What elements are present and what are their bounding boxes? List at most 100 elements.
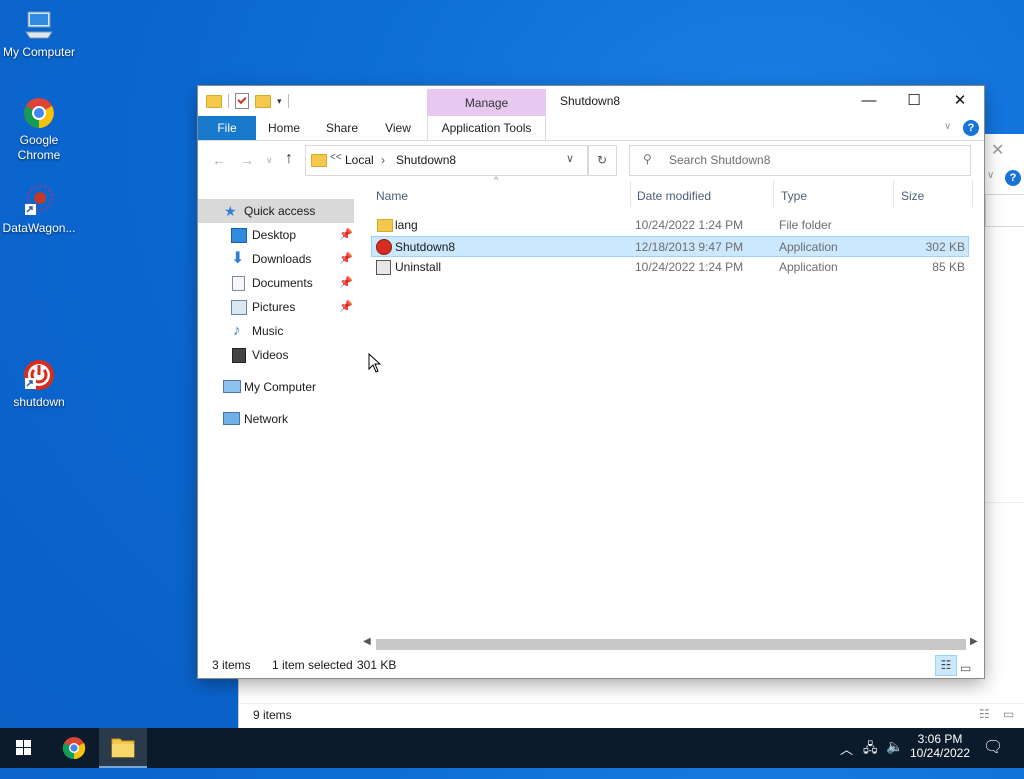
- clock-time: 3:06 PM: [917, 732, 963, 746]
- tab-application-tools[interactable]: Application Tools: [427, 116, 546, 140]
- installer-icon: [376, 260, 391, 275]
- tab-view[interactable]: View: [374, 116, 422, 140]
- taskbar: ︿ 🖧 🔈 3:06 PM 10/24/2022 🗨: [0, 728, 1024, 768]
- up-arrow-icon[interactable]: ↑: [285, 150, 293, 168]
- nav-item-desktop[interactable]: Desktop 📌: [198, 223, 354, 247]
- help-icon[interactable]: ?: [963, 120, 979, 136]
- minimize-button[interactable]: —: [846, 86, 892, 116]
- desktop-icon-shutdown[interactable]: shutdown: [0, 358, 78, 410]
- file-explorer-window[interactable]: ▾ Manage Shutdown8 — ☐ ✕ File Home Share…: [198, 86, 984, 678]
- address-row: ← → ∨ ↑ << Local › Shutdown8 ∨ ↻ ⚲ Searc…: [198, 141, 984, 181]
- breadcrumb-shutdown8[interactable]: Shutdown8: [396, 153, 456, 167]
- scrollbar-thumb[interactable]: [376, 639, 966, 650]
- nav-item-quick-access[interactable]: ★ Quick access: [198, 199, 354, 223]
- desktop-icon-label: shutdown: [13, 395, 65, 409]
- pin-icon[interactable]: 📌: [339, 223, 353, 247]
- file-date: 10/24/2022 1:24 PM: [635, 260, 744, 274]
- column-header-type[interactable]: Type: [781, 181, 807, 211]
- notifications-icon[interactable]: 🗨: [983, 737, 1003, 777]
- breadcrumb-separator-icon: ›: [381, 153, 385, 167]
- file-date: 10/24/2022 1:24 PM: [635, 218, 744, 232]
- table-row[interactable]: Uninstall 10/24/2022 1:24 PM Application…: [371, 257, 969, 278]
- nav-item-documents[interactable]: Documents 📌: [198, 271, 354, 295]
- refresh-button[interactable]: ↻: [587, 145, 617, 176]
- table-row[interactable]: Shutdown8 12/18/2013 9:47 PM Application…: [371, 236, 969, 257]
- clock[interactable]: 3:06 PM 10/24/2022: [906, 728, 974, 768]
- file-list: ^ Name Date modified Type Size lang 10/2…: [368, 175, 978, 651]
- horizontal-scrollbar[interactable]: ◀ ▶: [358, 636, 984, 653]
- details-view-icon[interactable]: ☷: [935, 655, 957, 676]
- chevron-down-icon[interactable]: ∨: [987, 170, 994, 181]
- back-arrow-icon[interactable]: ←: [212, 152, 226, 168]
- tab-file[interactable]: File: [198, 116, 256, 140]
- status-item-count: 9 items: [253, 708, 292, 722]
- column-header-size[interactable]: Size: [901, 181, 924, 211]
- address-bar[interactable]: << Local › Shutdown8 ∨: [305, 145, 589, 176]
- status-size: 301 KB: [357, 658, 397, 672]
- volume-icon[interactable]: 🔈: [886, 738, 903, 778]
- nav-item-downloads[interactable]: ⬇ Downloads 📌: [198, 247, 354, 271]
- column-separator[interactable]: [773, 181, 774, 207]
- status-bar: 9 items ☷ ▭: [239, 703, 1024, 728]
- address-dropdown-icon[interactable]: ∨: [566, 152, 574, 165]
- desktop-icon-my-computer[interactable]: My Computer: [0, 8, 78, 60]
- chrome-icon: [22, 96, 56, 130]
- search-input[interactable]: ⚲ Search Shutdown8: [629, 145, 971, 176]
- maximize-button[interactable]: ☐: [891, 86, 937, 116]
- file-name: Uninstall: [395, 260, 442, 274]
- recent-locations-icon[interactable]: ∨: [266, 155, 273, 166]
- new-folder-icon[interactable]: [255, 94, 271, 108]
- details-view-icon[interactable]: ☷: [979, 707, 990, 721]
- desktop-icon-google-chrome[interactable]: Google Chrome: [0, 96, 78, 163]
- picture-icon: [231, 300, 247, 315]
- divider: [228, 94, 229, 108]
- column-separator[interactable]: [972, 181, 973, 207]
- desktop-icon-datawagon[interactable]: DataWagon...: [0, 184, 78, 236]
- tab-manage[interactable]: Manage: [427, 89, 546, 116]
- desktop-icon-label: My Computer: [2, 45, 76, 59]
- pin-icon[interactable]: 📌: [339, 271, 353, 295]
- show-hidden-icons-icon[interactable]: ︿: [840, 739, 853, 779]
- file-date: 12/18/2013 9:47 PM: [635, 240, 744, 254]
- desktop-icon: [231, 228, 247, 243]
- tab-home[interactable]: Home: [260, 116, 308, 140]
- close-icon[interactable]: ✕: [991, 140, 1004, 160]
- nav-item-music[interactable]: ♪ Music: [198, 319, 354, 343]
- column-header-date-modified[interactable]: Date modified: [637, 181, 711, 211]
- nav-item-network[interactable]: Network: [198, 407, 354, 431]
- customize-toolbar-icon[interactable]: ▾: [277, 96, 282, 107]
- navigation-pane: ★ Quick access Desktop 📌 ⬇ Downloads 📌 D…: [198, 181, 358, 651]
- breadcrumb-overflow[interactable]: <<: [330, 152, 342, 163]
- large-icons-view-icon[interactable]: ▭: [960, 656, 971, 681]
- download-arrow-icon: ⬇: [231, 250, 245, 267]
- start-button[interactable]: [0, 728, 48, 768]
- file-size: 302 KB: [925, 240, 965, 254]
- search-box-edge: [985, 194, 1024, 227]
- column-separator[interactable]: [893, 181, 894, 207]
- table-row[interactable]: lang 10/24/2022 1:24 PM File folder: [371, 215, 969, 236]
- scroll-right-icon[interactable]: ▶: [970, 636, 978, 647]
- tab-share[interactable]: Share: [318, 116, 366, 140]
- scroll-left-icon[interactable]: ◀: [363, 636, 371, 647]
- large-icons-view-icon[interactable]: ▭: [1003, 707, 1014, 721]
- properties-icon[interactable]: [235, 93, 249, 109]
- forward-arrow-icon[interactable]: →: [240, 152, 254, 168]
- taskbar-chrome[interactable]: [50, 728, 98, 768]
- network-status-icon[interactable]: 🖧: [863, 739, 878, 779]
- nav-item-pictures[interactable]: Pictures 📌: [198, 295, 354, 319]
- breadcrumb-local[interactable]: Local: [345, 153, 374, 167]
- pin-icon[interactable]: 📌: [339, 247, 353, 271]
- help-icon[interactable]: ?: [1005, 170, 1021, 186]
- windows-logo-icon: [16, 740, 31, 755]
- folder-icon: [206, 94, 222, 108]
- close-button[interactable]: ✕: [937, 86, 983, 116]
- shutdown-app-icon: [376, 239, 392, 255]
- expand-ribbon-icon[interactable]: ∨: [944, 121, 951, 132]
- pin-icon[interactable]: 📌: [339, 295, 353, 319]
- column-separator[interactable]: [630, 181, 631, 207]
- taskbar-file-explorer[interactable]: [99, 728, 147, 768]
- column-header-name[interactable]: Name: [376, 181, 408, 211]
- nav-item-videos[interactable]: Videos: [198, 343, 354, 367]
- nav-item-my-computer[interactable]: My Computer: [198, 375, 354, 399]
- folder-icon: [377, 219, 393, 232]
